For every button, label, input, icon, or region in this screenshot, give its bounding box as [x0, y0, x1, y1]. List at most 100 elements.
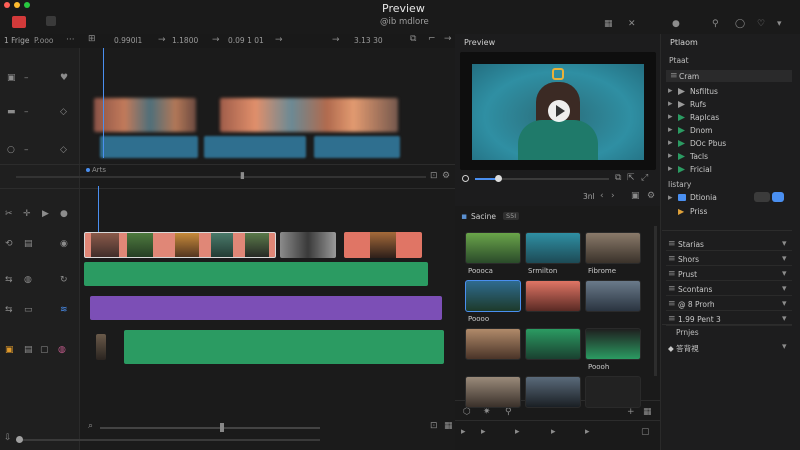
blurred-audio-clip[interactable]: [314, 136, 400, 158]
folder-icon[interactable]: ▣: [5, 346, 14, 355]
blurred-video-clip[interactable]: [220, 98, 398, 132]
chevron-down-icon[interactable]: ▾: [782, 270, 787, 279]
media-thumbnail[interactable]: Poooca: [465, 232, 521, 275]
media-thumbnail[interactable]: [465, 328, 521, 360]
play-icon[interactable]: ▸: [515, 428, 520, 437]
minus-icon[interactable]: –: [24, 146, 29, 155]
playhead-lower[interactable]: [98, 186, 99, 234]
move-icon[interactable]: ✛: [23, 210, 31, 219]
chevron-down-icon[interactable]: ▾: [782, 285, 787, 294]
scroll-handle-icon[interactable]: ▮: [240, 172, 245, 181]
media-thumbnail[interactable]: Poooh: [585, 328, 641, 371]
crop-icon[interactable]: ⧉: [615, 174, 621, 183]
heart-icon[interactable]: ♡: [757, 20, 765, 29]
video-clip-main[interactable]: [84, 232, 276, 258]
diamond-icon[interactable]: ◇: [60, 108, 67, 117]
playhead-upper[interactable]: [103, 48, 104, 158]
folder-icon[interactable]: ▬: [7, 108, 16, 117]
add-icon[interactable]: +: [627, 408, 635, 417]
zoom-icon[interactable]: ⌕: [88, 422, 93, 431]
tree-row[interactable]: ▸ Rufs: [666, 99, 792, 111]
tree-row[interactable]: ▸ Fricial: [666, 164, 792, 176]
video-frame[interactable]: [460, 52, 656, 170]
media-thumbnail[interactable]: Srmilton: [525, 232, 581, 275]
property-row[interactable]: ≡ Starias ▾: [666, 238, 792, 251]
speaker-icon[interactable]: ◍: [24, 276, 32, 285]
blurred-audio-clip[interactable]: [100, 136, 198, 158]
property-row[interactable]: ≡ Prust ▾: [666, 268, 792, 281]
blurred-video-clip[interactable]: [94, 98, 196, 132]
square-icon[interactable]: ▢: [40, 346, 49, 355]
media-thumbnail[interactable]: [525, 280, 581, 312]
play-icon[interactable]: ▸: [585, 428, 590, 437]
preview-tab[interactable]: Preview: [464, 38, 495, 47]
tree-row[interactable]: ▸ DOc Pbus: [666, 138, 792, 150]
scissors-icon[interactable]: ✂: [5, 210, 13, 219]
tab-square[interactable]: [46, 16, 56, 26]
tree-row[interactable]: ▸ Nsfiltus: [666, 86, 792, 98]
video-clip-red[interactable]: [344, 232, 422, 258]
sparkle-icon[interactable]: ✷: [483, 408, 491, 417]
minus-icon[interactable]: –: [24, 74, 29, 83]
zoom-dot[interactable]: [24, 2, 30, 8]
video-clip-bw[interactable]: [280, 232, 336, 258]
play-icon[interactable]: ▸: [481, 428, 486, 437]
footer-row[interactable]: ◆ 答背視 ▾: [666, 342, 792, 354]
preview-playhead-dot[interactable]: [462, 175, 469, 182]
color-icon[interactable]: ◍: [58, 346, 66, 355]
video-clip-purple[interactable]: [90, 296, 442, 320]
pin-icon[interactable]: ⚲: [505, 408, 512, 417]
fullscreen-icon[interactable]: ⤢: [641, 174, 648, 183]
refresh-icon[interactable]: ↻: [60, 276, 68, 285]
minus-icon[interactable]: –: [24, 108, 29, 117]
layers-icon[interactable]: ≋: [60, 306, 68, 315]
chevron-down-icon[interactable]: ▾: [782, 315, 787, 324]
audio-clip-green-lower[interactable]: [124, 330, 444, 364]
pin-icon[interactable]: ⚲: [712, 20, 719, 29]
minimize-dot[interactable]: [14, 2, 20, 8]
heart-icon[interactable]: ♥: [60, 74, 68, 83]
preview-scrubber-knob[interactable]: [495, 175, 502, 182]
diamond-icon[interactable]: ◇: [60, 146, 67, 155]
h-scroll-thumb[interactable]: [16, 436, 23, 443]
chat-icon[interactable]: ◯: [735, 20, 745, 29]
link-icon[interactable]: ⟲: [5, 240, 13, 249]
bottom-left-icon[interactable]: ⇩: [4, 434, 12, 443]
settings-icon[interactable]: ⚙: [442, 172, 450, 181]
tree-row[interactable]: ▶ Priss: [666, 206, 792, 218]
play-icon[interactable]: ▸: [461, 428, 466, 437]
eye-icon[interactable]: ◉: [60, 240, 68, 249]
close-icon[interactable]: ✕: [628, 20, 636, 29]
media-thumbnail[interactable]: [465, 376, 521, 408]
mic-icon[interactable]: ●: [60, 210, 68, 219]
arrow-icon[interactable]: →: [444, 35, 452, 44]
crop-icon[interactable]: ⧉: [410, 35, 416, 44]
expand-icon[interactable]: ⇱: [627, 174, 635, 183]
property-row[interactable]: ≡ 1.99 Pent 3 ▾: [666, 313, 792, 326]
chevron-down-icon[interactable]: ▾: [782, 255, 787, 264]
property-row[interactable]: ≡ @ 8 Prorh ▾: [666, 298, 792, 311]
grid-icon[interactable]: ▦: [643, 408, 652, 417]
settings-icon[interactable]: ⚙: [647, 192, 655, 201]
prev-icon[interactable]: ‹: [600, 192, 604, 201]
play-icon[interactable]: ▸: [551, 428, 556, 437]
record-icon[interactable]: ●: [672, 20, 680, 29]
chevron-down-icon[interactable]: ▾: [782, 343, 787, 352]
zoom-knob[interactable]: [220, 423, 224, 432]
split-icon[interactable]: ⌐: [428, 35, 436, 44]
media-thumbnail[interactable]: Poooo: [465, 280, 521, 323]
h-scrollbar[interactable]: [16, 439, 320, 441]
grid-icon[interactable]: ▦: [444, 422, 453, 431]
preview-scrubber-track[interactable]: [499, 178, 609, 180]
swap-icon[interactable]: ⇆: [5, 306, 13, 315]
menu-chevron-icon[interactable]: ▾: [777, 20, 782, 29]
image-icon[interactable]: ▣: [7, 74, 16, 83]
play-icon[interactable]: ▶: [42, 210, 49, 219]
tree-row[interactable]: ▸ Dnom: [666, 125, 792, 137]
monitor-icon[interactable]: ▣: [631, 192, 640, 201]
tree-row[interactable]: ▸ Raplcas: [666, 112, 792, 124]
hand-icon[interactable]: ⬡: [463, 408, 471, 417]
properties-tab[interactable]: Ptlaom: [670, 38, 698, 47]
tree-row[interactable]: ▸ Tacls: [666, 151, 792, 163]
monitor-icon[interactable]: ▭: [24, 306, 33, 315]
